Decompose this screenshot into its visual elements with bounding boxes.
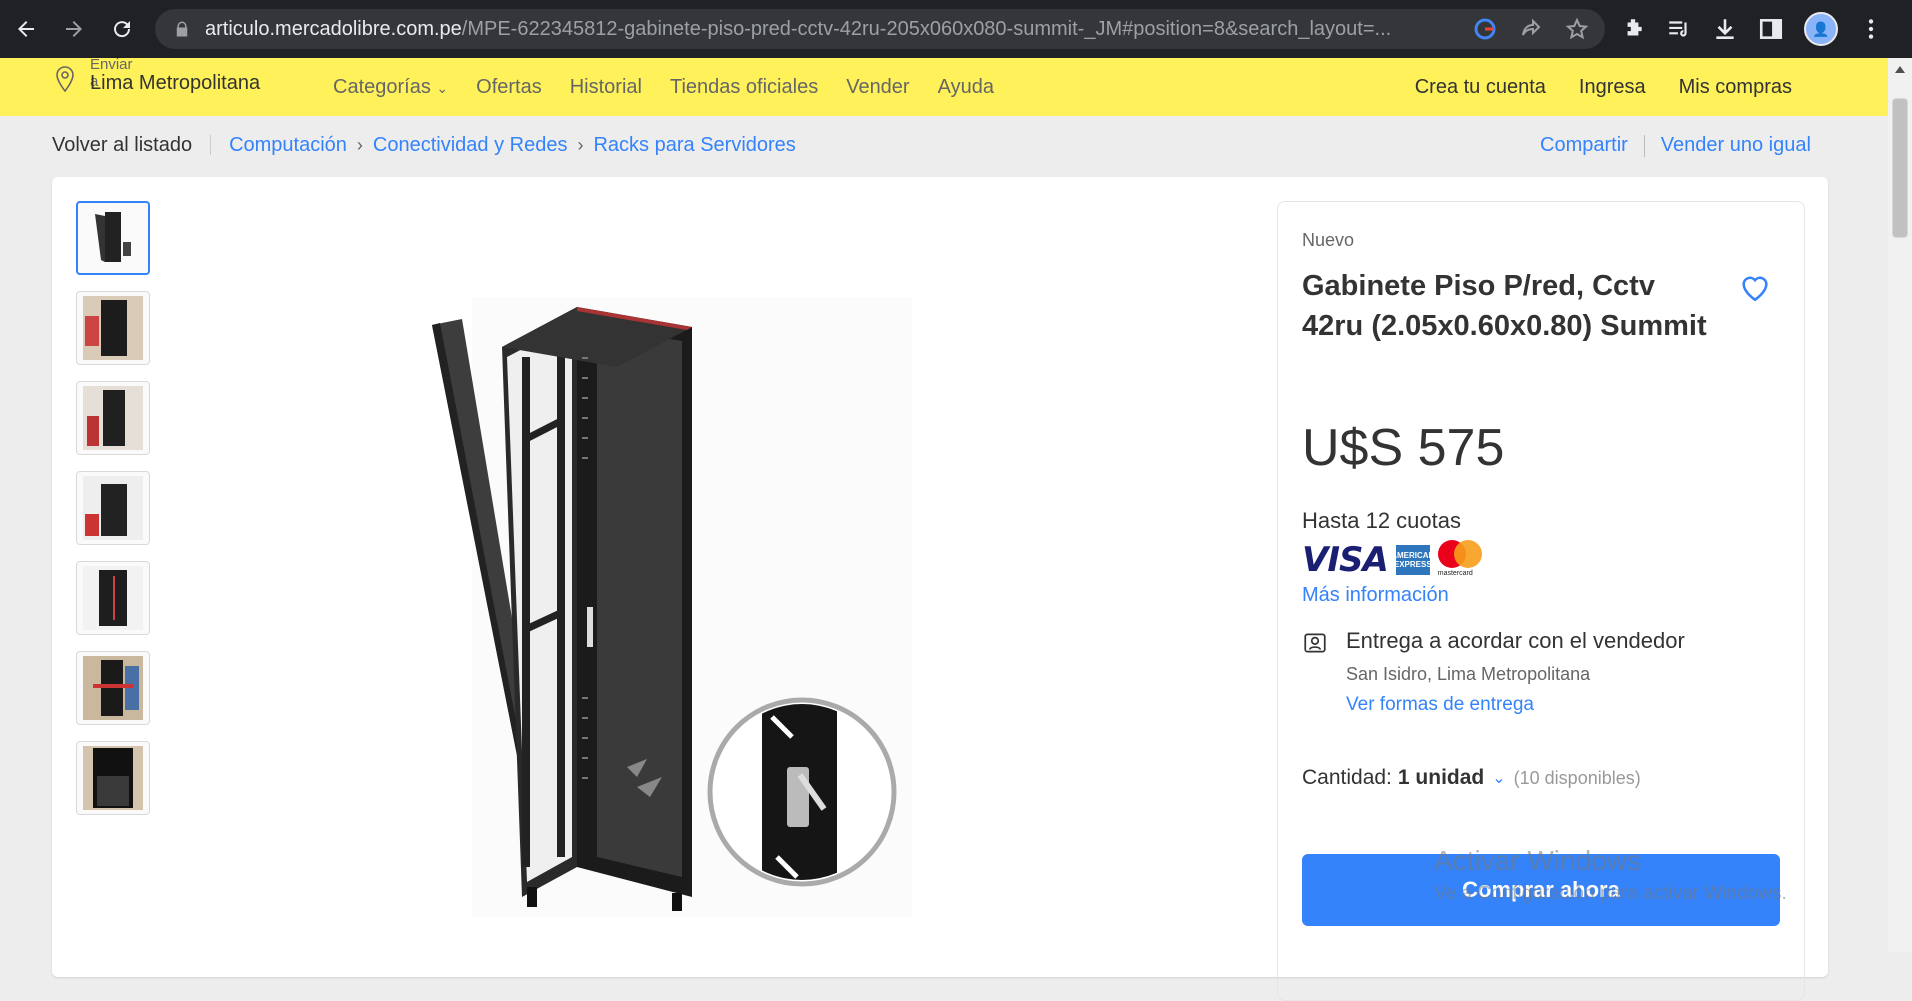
amex-logo: AMERICAN EXPRESS bbox=[1391, 545, 1434, 575]
nav-historial[interactable]: Historial bbox=[570, 76, 642, 99]
scrollbar-thumb[interactable] bbox=[1892, 98, 1908, 238]
mastercard-orange-circle bbox=[1453, 540, 1482, 568]
condition-label: Nuevo bbox=[1302, 230, 1355, 250]
mastercard-text: mastercard bbox=[1437, 570, 1473, 577]
buy-now-button[interactable]: Comprar ahora bbox=[1302, 854, 1780, 926]
rack-thumbnail-image bbox=[83, 296, 143, 360]
nav-vender[interactable]: Vender bbox=[846, 76, 909, 99]
profile-avatar[interactable]: 👤 bbox=[1804, 12, 1838, 46]
delivery-location: San Isidro, Lima Metropolitana bbox=[1346, 664, 1591, 684]
divider bbox=[1643, 134, 1645, 157]
share-actions: Compartir Vender uno igual bbox=[1540, 134, 1811, 157]
quantity-available: (10 disponibles) bbox=[1513, 767, 1641, 788]
chevron-right-icon: › bbox=[356, 134, 363, 155]
rack-thumbnail-image bbox=[83, 386, 143, 450]
thumbnail-3[interactable] bbox=[76, 381, 150, 455]
extensions-puzzle-icon[interactable] bbox=[1620, 16, 1646, 42]
nav-tiendas-oficiales[interactable]: Tiendas oficiales bbox=[670, 76, 818, 99]
login-link[interactable]: Ingresa bbox=[1579, 76, 1646, 99]
more-info-link[interactable]: Más información bbox=[1302, 584, 1449, 607]
lock-icon bbox=[176, 21, 188, 37]
thumbnail-4[interactable] bbox=[76, 471, 150, 545]
nav-ayuda[interactable]: Ayuda bbox=[938, 76, 994, 99]
nav-ofertas[interactable]: Ofertas bbox=[476, 76, 542, 99]
rack-thumbnail-image bbox=[83, 656, 143, 720]
thumbnail-1[interactable] bbox=[76, 201, 150, 275]
my-purchases-link[interactable]: Mis compras bbox=[1679, 76, 1792, 99]
forward-arrow-icon[interactable] bbox=[52, 7, 96, 51]
share-link[interactable]: Compartir bbox=[1540, 134, 1628, 157]
mercadolibre-header: Enviar a Lima Metropolitana Categorías ⌄… bbox=[0, 56, 1888, 116]
quantity-label: Cantidad: bbox=[1302, 766, 1392, 789]
person-handshake-icon bbox=[1304, 633, 1326, 653]
thumbnail-gallery bbox=[76, 201, 150, 815]
location-big-label: Lima Metropolitana bbox=[90, 72, 261, 94]
product-price: U$S 575 bbox=[1302, 419, 1505, 477]
google-lens-icon[interactable] bbox=[1473, 17, 1497, 41]
delivery-title: Entrega a acordar con el vendedor bbox=[1346, 628, 1685, 653]
main-nav: Categorías ⌄ Ofertas Historial Tiendas o… bbox=[333, 58, 994, 116]
rack-thumbnail-image bbox=[95, 212, 131, 262]
thumbnail-6[interactable] bbox=[76, 651, 150, 725]
mastercard-logo: mastercard bbox=[1437, 540, 1486, 580]
payment-methods: VISA AMERICAN EXPRESS mastercard bbox=[1302, 540, 1486, 580]
side-panel-icon[interactable] bbox=[1758, 16, 1784, 42]
address-bar[interactable]: articulo.mercadolibre.com.pe/MPE-6223458… bbox=[155, 9, 1605, 49]
delivery-location[interactable]: Enviar a Lima Metropolitana bbox=[52, 56, 260, 116]
main-product-image[interactable] bbox=[432, 297, 1092, 917]
reading-list-icon[interactable] bbox=[1666, 16, 1692, 42]
breadcrumb-racks[interactable]: Racks para Servidores bbox=[593, 134, 795, 157]
buy-box: Nuevo Gabinete Piso P/red, Cctv 42ru (2.… bbox=[1277, 201, 1805, 1001]
chevron-right-icon: › bbox=[577, 134, 584, 155]
delivery-options-link[interactable]: Ver formas de entrega bbox=[1346, 694, 1534, 716]
chevron-down-icon[interactable]: ⌄ bbox=[1492, 768, 1505, 788]
bookmark-star-icon[interactable] bbox=[1565, 17, 1589, 41]
product-card: Nuevo Gabinete Piso P/red, Cctv 42ru (2.… bbox=[52, 177, 1828, 1001]
quantity-value[interactable]: 1 unidad bbox=[1398, 766, 1484, 790]
create-account-link[interactable]: Crea tu cuenta bbox=[1415, 76, 1546, 99]
thumbnail-2[interactable] bbox=[76, 291, 150, 365]
product-title: Gabinete Piso P/red, Cctv 42ru (2.05x0.6… bbox=[1302, 270, 1707, 342]
back-to-list-link[interactable]: Volver al listado bbox=[52, 134, 192, 157]
breadcrumb-computacion[interactable]: Computación bbox=[229, 134, 347, 157]
visa-logo: VISA bbox=[1302, 540, 1389, 580]
url-host: articulo.mercadolibre.com.pe bbox=[205, 17, 462, 40]
download-icon[interactable] bbox=[1712, 16, 1738, 42]
breadcrumb: Volver al listado Computación › Conectiv… bbox=[52, 130, 796, 160]
breadcrumb-conectividad[interactable]: Conectividad y Redes bbox=[373, 134, 568, 157]
divider bbox=[210, 135, 212, 155]
quantity-selector[interactable]: Cantidad: 1 unidad ⌄ (10 disponibles) bbox=[1302, 766, 1641, 790]
page-scrollbar[interactable] bbox=[1888, 58, 1912, 952]
chevron-down-icon: ⌄ bbox=[436, 79, 449, 96]
share-icon[interactable] bbox=[1519, 17, 1543, 41]
sell-same-link[interactable]: Vender uno igual bbox=[1661, 134, 1811, 157]
user-nav: Crea tu cuenta Ingresa Mis compras bbox=[1415, 58, 1792, 116]
installments-label: Hasta 12 cuotas bbox=[1302, 508, 1461, 533]
browser-toolbar: articulo.mercadolibre.com.pe/MPE-6223458… bbox=[0, 0, 1912, 58]
rack-thumbnail-image bbox=[83, 566, 143, 630]
url-text: articulo.mercadolibre.com.pe/MPE-6223458… bbox=[205, 18, 1435, 41]
nav-categorias[interactable]: Categorías ⌄ bbox=[333, 76, 448, 99]
rack-thumbnail-image bbox=[83, 746, 143, 810]
thumbnail-7[interactable] bbox=[76, 741, 150, 815]
scroll-up-arrow-icon[interactable] bbox=[1895, 66, 1905, 73]
rack-thumbnail-image bbox=[83, 476, 143, 540]
location-pin-icon bbox=[56, 66, 74, 93]
back-arrow-icon[interactable] bbox=[4, 7, 48, 51]
thumbnail-5[interactable] bbox=[76, 561, 150, 635]
chrome-menu-kebab-icon[interactable] bbox=[1858, 16, 1884, 42]
url-path: /MPE-622345812-gabinete-piso-pred-cctv-4… bbox=[461, 17, 1392, 40]
reload-icon[interactable] bbox=[100, 7, 144, 51]
favorite-heart-icon[interactable] bbox=[1738, 270, 1772, 304]
